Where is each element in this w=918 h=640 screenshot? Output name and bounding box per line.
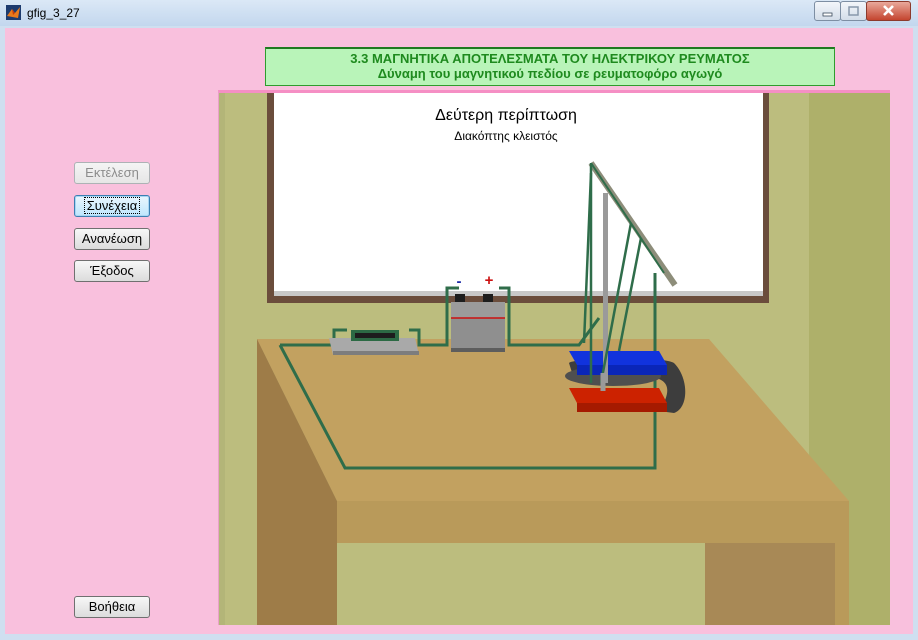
battery (451, 294, 505, 352)
magnet-north-pole (569, 351, 667, 365)
left-wall (219, 93, 225, 625)
window-title: gfig_3_27 (27, 6, 80, 20)
chapter-title: 3.3 ΜΑΓΝΗΤΙΚΑ ΑΠΟΤΕΛΕΣΜΑΤΑ ΤΟΥ ΗΛΕΚΤΡΙΚΟ… (350, 51, 750, 66)
battery-plus-label: + (485, 272, 494, 289)
matlab-logo-icon (6, 5, 21, 20)
minimize-button[interactable] (814, 1, 841, 21)
exit-button-label: Έξοδος (90, 263, 134, 278)
title-panel: 3.3 ΜΑΓΝΗΤΙΚΑ ΑΠΟΤΕΛΕΣΜΑΤΑ ΤΟΥ ΗΛΕΚΤΡΙΚΟ… (265, 47, 835, 86)
board-title: Δεύτερη περίπτωση (435, 107, 577, 124)
exit-button[interactable]: Έξοδος (74, 260, 150, 282)
help-button[interactable]: Βοήθεια (74, 596, 150, 618)
scene-canvas: Δεύτερη περίπτωση Διακόπτης κλειστός - + (219, 93, 890, 625)
figure-area: 3.3 ΜΑΓΝΗΤΙΚΑ ΑΠΟΤΕΛΕΣΜΑΤΑ ΤΟΥ ΗΛΕΚΤΡΙΚΟ… (5, 28, 913, 634)
whiteboard (267, 93, 769, 303)
refresh-button[interactable]: Ανανέωση (74, 228, 150, 250)
application-window: gfig_3_27 3.3 ΜΑΓΝΗΤΙΚΑ ΑΠΟΤΕΛΕΣΜΑΤΑ ΤΟΥ… (0, 0, 918, 640)
close-icon (883, 5, 894, 16)
title-bar[interactable]: gfig_3_27 (0, 0, 918, 26)
help-button-label: Βοήθεια (88, 599, 136, 614)
maximize-button[interactable] (840, 1, 867, 21)
continue-button-label: Συνέχεια (83, 197, 141, 214)
experiment-scene: Δεύτερη περίπτωση Διακόπτης κλειστός - + (218, 90, 890, 625)
experiment-title: Δύναμη του μαγνητικού πεδίου σε ρευματοφ… (377, 66, 723, 81)
minimize-icon (822, 12, 833, 17)
magnet-south-pole (569, 388, 667, 403)
run-button-label: Εκτέλεση (85, 165, 139, 180)
close-button[interactable] (866, 1, 911, 21)
continue-button[interactable]: Συνέχεια (74, 195, 150, 217)
battery-minus-label: - (457, 273, 462, 290)
board-subtitle: Διακόπτης κλειστός (454, 129, 558, 143)
run-button[interactable]: Εκτέλεση (74, 162, 150, 184)
maximize-icon (848, 6, 859, 16)
refresh-button-label: Ανανέωση (81, 231, 143, 246)
